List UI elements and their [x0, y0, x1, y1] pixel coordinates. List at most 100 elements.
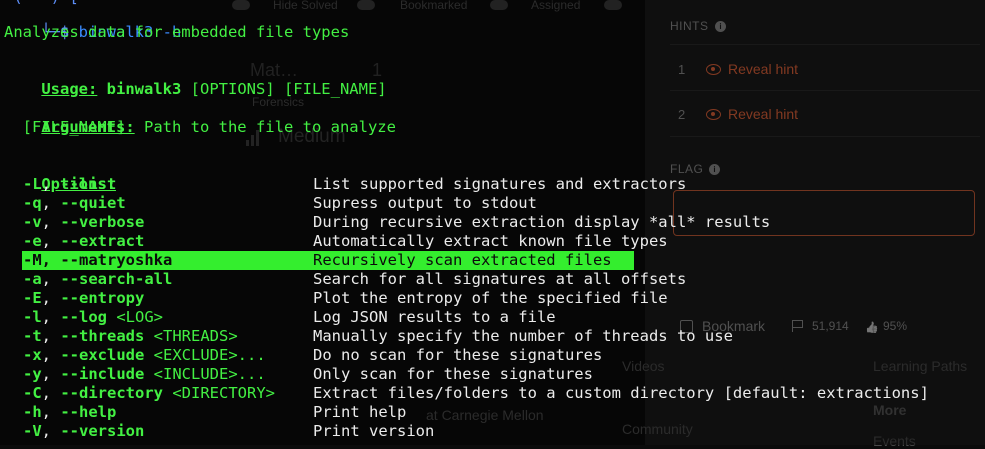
option-short: -t	[23, 327, 42, 345]
option-short: -a	[23, 270, 42, 288]
usage-program: binwalk3	[97, 80, 182, 98]
option-short: -V	[23, 422, 42, 440]
option-long: --extract	[60, 232, 145, 250]
option-row-extract: -e, --extract	[4, 232, 144, 251]
option-long: --help	[60, 403, 117, 421]
option-short: -L	[23, 175, 42, 193]
option-description: Only scan for these signatures	[313, 365, 593, 383]
option-short: -v	[23, 213, 42, 231]
option-row-version: -V, --version	[4, 422, 144, 441]
option-separator: ,	[41, 422, 61, 440]
option-description: Supress output to stdout	[313, 194, 537, 212]
option-long: --threads	[60, 327, 145, 345]
option-separator: ,	[41, 365, 61, 383]
option-long: --entropy	[60, 289, 145, 307]
option-flags: -e, --extract	[23, 232, 144, 250]
option-separator: ,	[41, 251, 61, 269]
option-row-log: -l, --log <LOG>	[4, 308, 163, 327]
option-separator: ,	[41, 289, 61, 307]
option-separator: ,	[41, 403, 61, 421]
option-flags: -C, --directory <DIRECTORY>	[23, 384, 275, 402]
option-separator: ,	[41, 270, 61, 288]
option-separator: ,	[41, 232, 61, 250]
option-long: --matryoshka	[60, 251, 173, 269]
option-row-help: -h, --help	[4, 403, 116, 422]
option-short: -l	[23, 308, 42, 326]
option-short: -x	[23, 346, 42, 364]
option-separator: ,	[41, 194, 61, 212]
option-row-directory: -C, --directory <DIRECTORY>	[4, 384, 275, 403]
option-flags: -a, --search-all	[23, 270, 172, 288]
options-header: Options:	[4, 156, 116, 193]
option-separator: ,	[41, 175, 61, 193]
option-long: --exclude	[60, 346, 145, 364]
option-row-threads: -t, --threads <THREADS>	[4, 327, 238, 346]
option-short: -y	[23, 365, 42, 383]
usage-args: [OPTIONS] [FILE_NAME]	[181, 80, 387, 98]
option-arg: <DIRECTORY>	[163, 384, 275, 402]
option-description: Plot the entropy of the specified file	[313, 289, 668, 307]
option-short: -E	[23, 289, 42, 307]
option-description: Recursively scan extracted files	[313, 251, 612, 269]
option-description: During recursive extraction display *all…	[313, 213, 771, 231]
option-description: Extract files/folders to a custom direct…	[313, 384, 929, 402]
option-row-matryoshka: -M, --matryoshka	[4, 251, 172, 270]
option-description: Automatically extract known file types	[313, 232, 668, 250]
arguments-header: Arguments:	[4, 99, 134, 136]
option-description: Do no scan for these signatures	[313, 346, 603, 364]
prompt-line: └─$ binwalk3 -h	[4, 4, 181, 41]
option-row-list: -L, --list	[4, 175, 116, 194]
option-short: -e	[23, 232, 42, 250]
usage-label: Usage:	[41, 80, 98, 98]
option-flags: -E, --entropy	[23, 289, 144, 307]
option-flags: -v, --verbose	[23, 213, 144, 231]
terminal-window[interactable]: ─( )-[ └─$ binwalk3 -h Analyzes data for…	[0, 0, 985, 445]
option-description: Print help	[313, 403, 407, 421]
option-long: --directory	[60, 384, 163, 402]
option-short: -q	[23, 194, 42, 212]
option-flags: -q, --quiet	[23, 194, 126, 212]
option-flags: -x, --exclude <EXCLUDE>...	[23, 346, 266, 364]
option-arg: <EXCLUDE>...	[144, 346, 266, 364]
argument-row: [FILE_NAME] Path to the file to analyze	[4, 118, 396, 137]
option-separator: ,	[41, 346, 61, 364]
option-row-include: -y, --include <INCLUDE>...	[4, 365, 266, 384]
option-separator: ,	[41, 213, 61, 231]
tool-description: Analyzes data for embedded file types	[4, 23, 350, 41]
option-long: --include	[60, 365, 145, 383]
option-flags: -t, --threads <THREADS>	[23, 327, 238, 345]
option-description: Search for all signatures at all offsets	[313, 270, 687, 288]
option-short: -M	[23, 251, 42, 269]
option-long: --quiet	[60, 194, 126, 212]
option-row-quiet: -q, --quiet	[4, 194, 126, 213]
option-flags: -y, --include <INCLUDE>...	[23, 365, 266, 383]
option-arg: <LOG>	[107, 308, 164, 326]
option-long: --search-all	[60, 270, 173, 288]
option-row-verbose: -v, --verbose	[4, 213, 144, 232]
option-row-search-all: -a, --search-all	[4, 270, 172, 289]
usage-line: Usage: binwalk3 [OPTIONS] [FILE_NAME]	[4, 61, 386, 98]
option-row-entropy: -E, --entropy	[4, 289, 144, 308]
option-description: List supported signatures and extractors	[313, 175, 687, 193]
option-arg: <THREADS>	[144, 327, 238, 345]
option-row-exclude: -x, --exclude <EXCLUDE>...	[4, 346, 266, 365]
option-long: --log	[60, 308, 108, 326]
argument-desc: Path to the file to analyze	[125, 118, 396, 136]
option-flags: -M, --matryoshka	[23, 251, 172, 269]
option-description: Log JSON results to a file	[313, 308, 556, 326]
option-flags: -L, --list	[23, 175, 116, 193]
option-long: --version	[60, 422, 145, 440]
option-arg: <INCLUDE>...	[144, 365, 266, 383]
option-separator: ,	[41, 308, 61, 326]
option-flags: -l, --log <LOG>	[23, 308, 163, 326]
option-short: -h	[23, 403, 42, 421]
option-separator: ,	[41, 327, 61, 345]
option-description: Print version	[313, 422, 435, 440]
option-flags: -V, --version	[23, 422, 144, 440]
argument-name: [FILE_NAME]	[4, 118, 126, 136]
option-flags: -h, --help	[23, 403, 116, 421]
option-short: -C	[23, 384, 42, 402]
option-long: --list	[60, 175, 117, 193]
option-description: Manually specify the number of threads t…	[313, 327, 733, 345]
option-long: --verbose	[60, 213, 145, 231]
